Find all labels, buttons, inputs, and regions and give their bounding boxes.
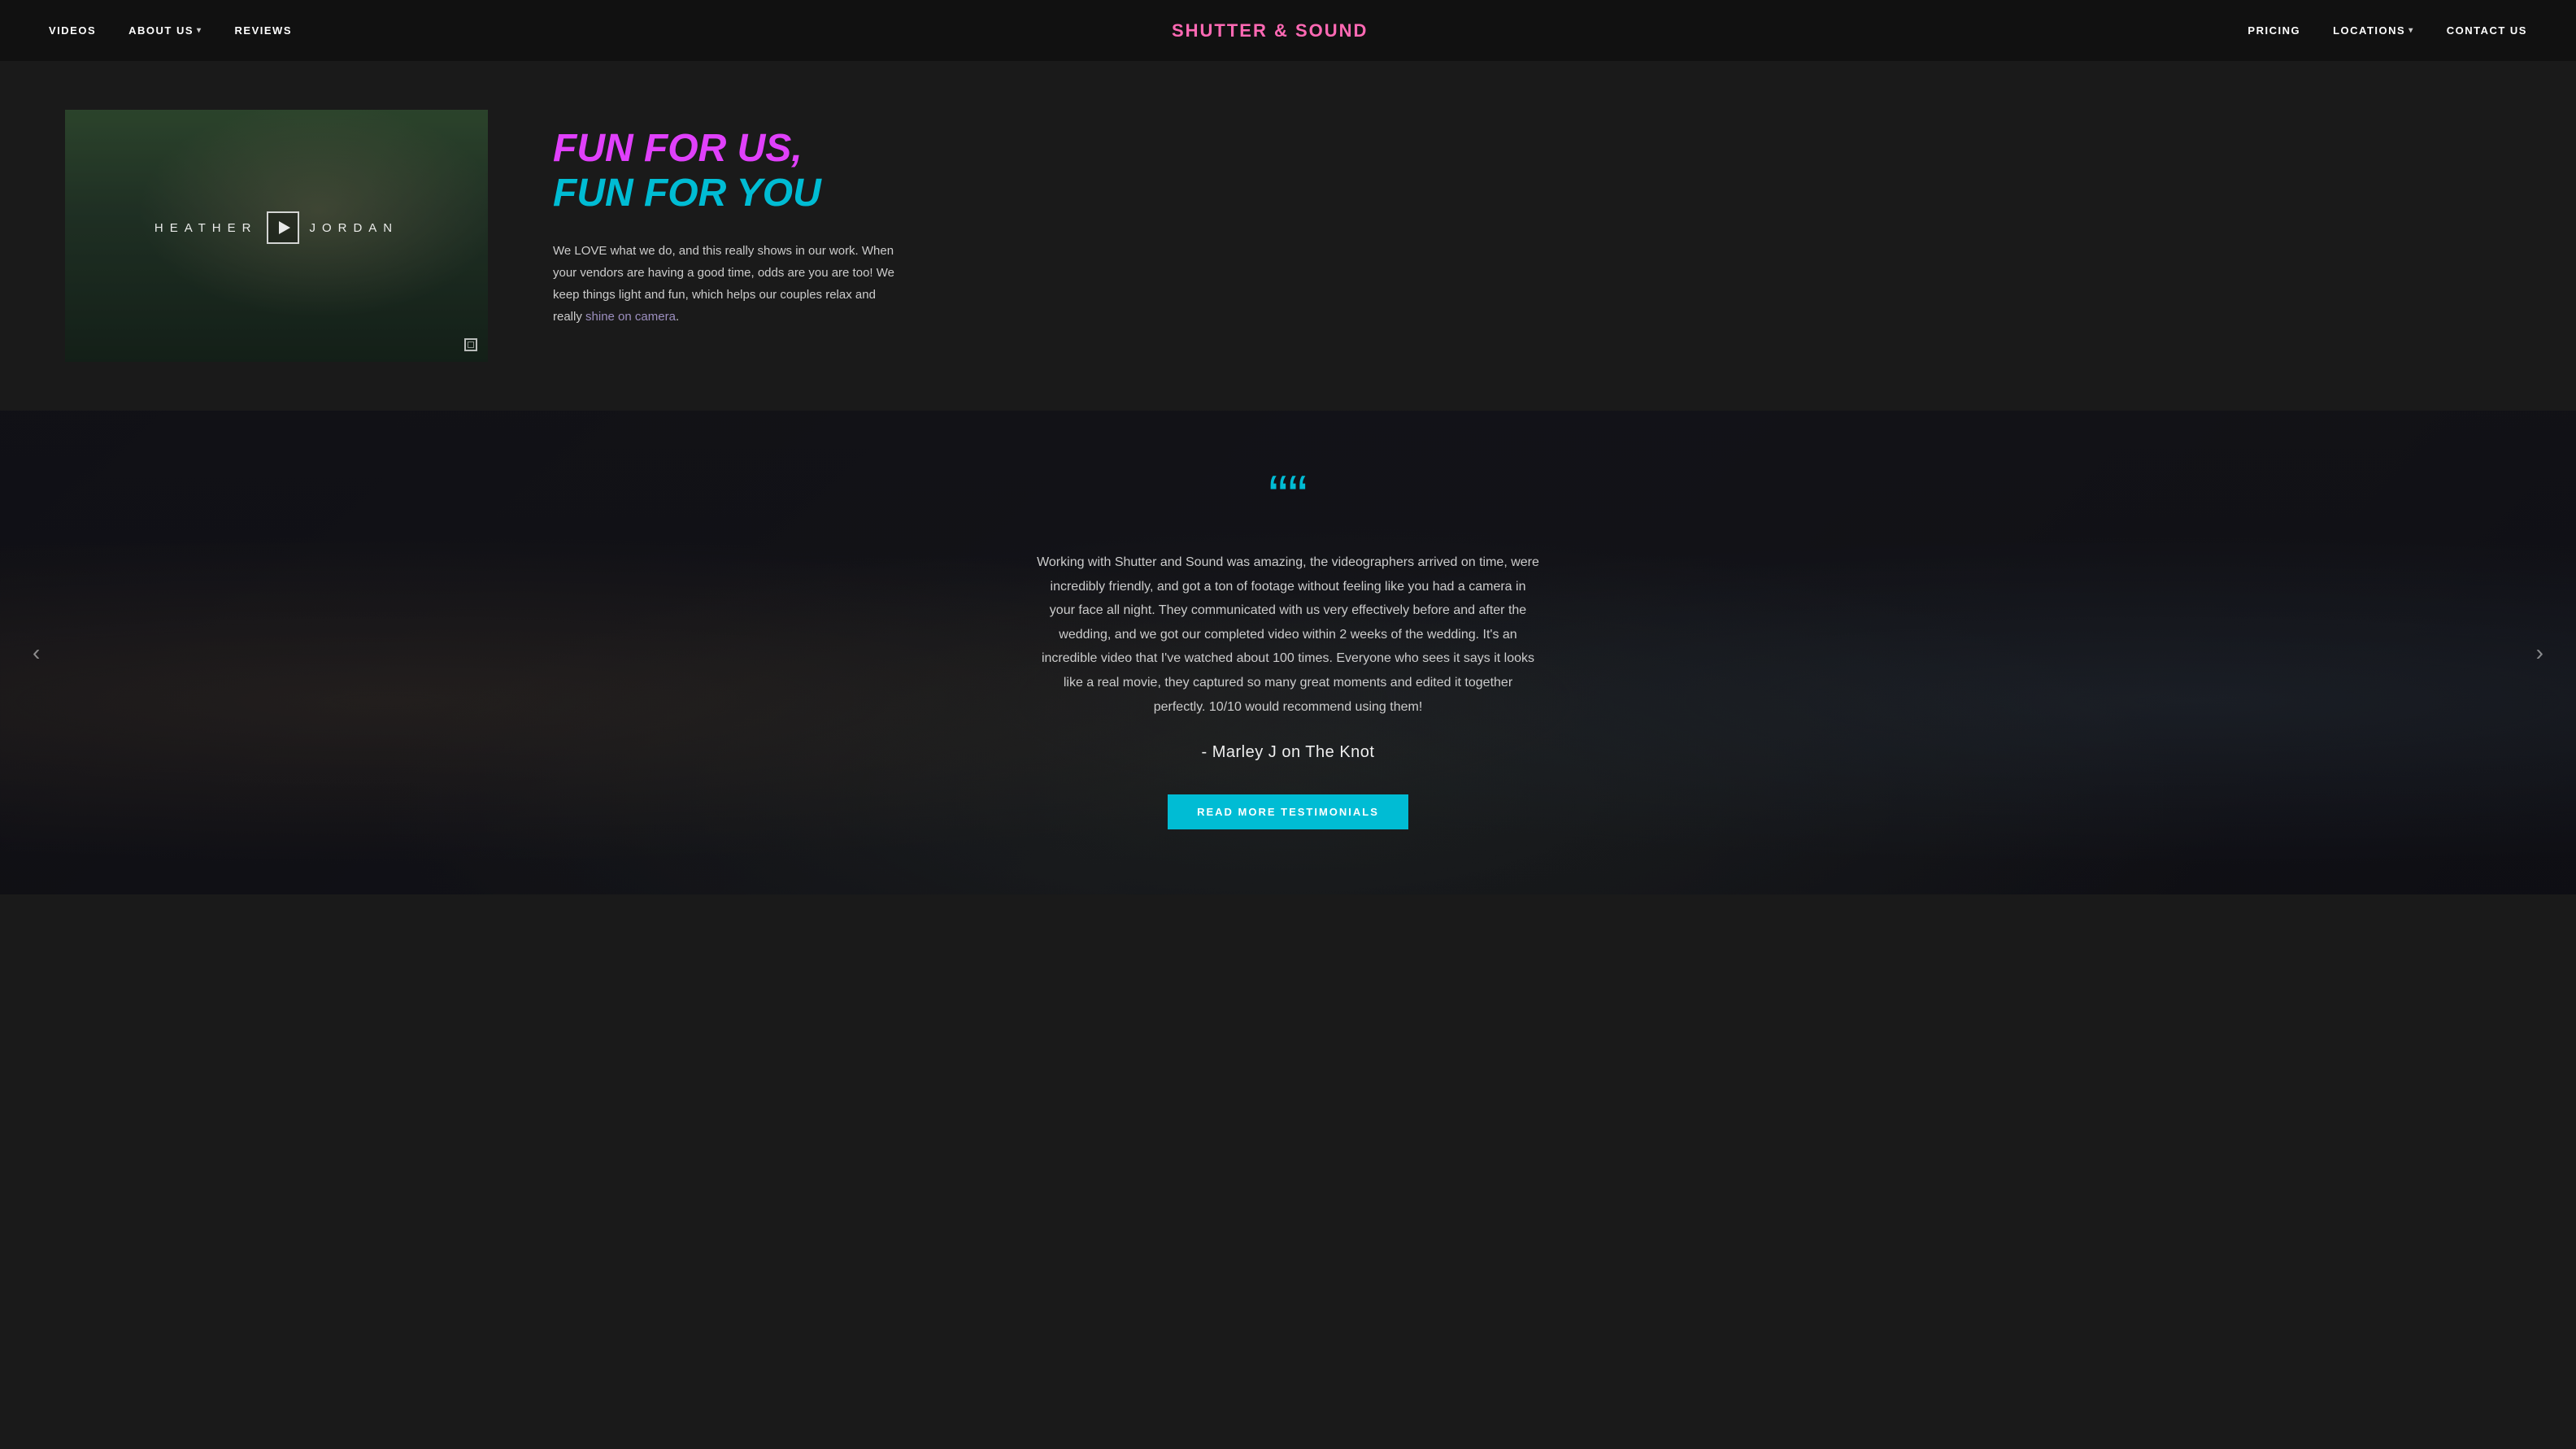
nav-item-contact[interactable]: CONTACT US	[2447, 24, 2527, 37]
nav-item-reviews[interactable]: REVIEWS	[235, 24, 292, 37]
nav-item-pricing[interactable]: PRICING	[2247, 24, 2300, 37]
section-heading: FUN FOR US, FUN FOR YOU	[553, 126, 2511, 215]
fullscreen-icon	[464, 338, 477, 351]
heading-line2: FUN FOR YOU	[553, 171, 2511, 215]
video-thumbnail-container: HEATHER JORDAN	[65, 110, 488, 362]
video-thumbnail: HEATHER JORDAN	[65, 110, 488, 362]
prev-testimonial-button[interactable]: ‹	[24, 632, 48, 674]
shine-on-camera-link[interactable]: shine on camera	[585, 310, 676, 324]
nav-item-videos[interactable]: VIDEOS	[49, 24, 96, 37]
site-logo[interactable]: SHUTTER & SOUND	[1172, 20, 1368, 41]
section-description: We LOVE what we do, and this really show…	[553, 240, 894, 328]
navbar: VIDEOS ABOUT US ▾ REVIEWS SHUTTER & SOUN…	[0, 0, 2576, 61]
quote-icon: ““	[1268, 468, 1308, 526]
heading-line1: FUN FOR US,	[553, 126, 2511, 171]
nav-item-locations[interactable]: LOCATIONS ▾	[2333, 24, 2414, 37]
testimonial-author: - Marley J on The Knot	[1202, 743, 1375, 762]
nav-left: VIDEOS ABOUT US ▾ REVIEWS	[49, 24, 292, 37]
logo-amp: &	[1268, 20, 1295, 41]
play-button[interactable]	[267, 211, 299, 244]
read-testimonials-button[interactable]: READ MORE TESTIMONIALS	[1168, 794, 1408, 829]
logo-sound: SOUND	[1295, 20, 1368, 41]
nav-right: PRICING LOCATIONS ▾ CONTACT US	[2247, 24, 2527, 37]
fullscreen-button[interactable]	[462, 336, 480, 354]
chevron-down-icon: ▾	[2408, 26, 2414, 35]
main-section: HEATHER JORDAN FUN FOR US, FUN FOR YOU W…	[0, 61, 2576, 411]
nav-item-about[interactable]: ABOUT US ▾	[128, 24, 202, 37]
video-title-left: HEATHER	[154, 221, 258, 235]
testimonial-section: ‹ ““ Working with Shutter and Sound was …	[0, 411, 2576, 894]
video-title-overlay: HEATHER JORDAN	[65, 211, 488, 244]
testimonial-text: Working with Shutter and Sound was amazi…	[1036, 550, 1540, 719]
logo-shutter: SHUTTER	[1172, 20, 1268, 41]
text-section: FUN FOR US, FUN FOR YOU We LOVE what we …	[553, 110, 2511, 328]
chevron-down-icon: ▾	[197, 26, 202, 35]
next-testimonial-button[interactable]: ›	[2528, 632, 2552, 674]
video-title-right: JORDAN	[309, 221, 398, 235]
